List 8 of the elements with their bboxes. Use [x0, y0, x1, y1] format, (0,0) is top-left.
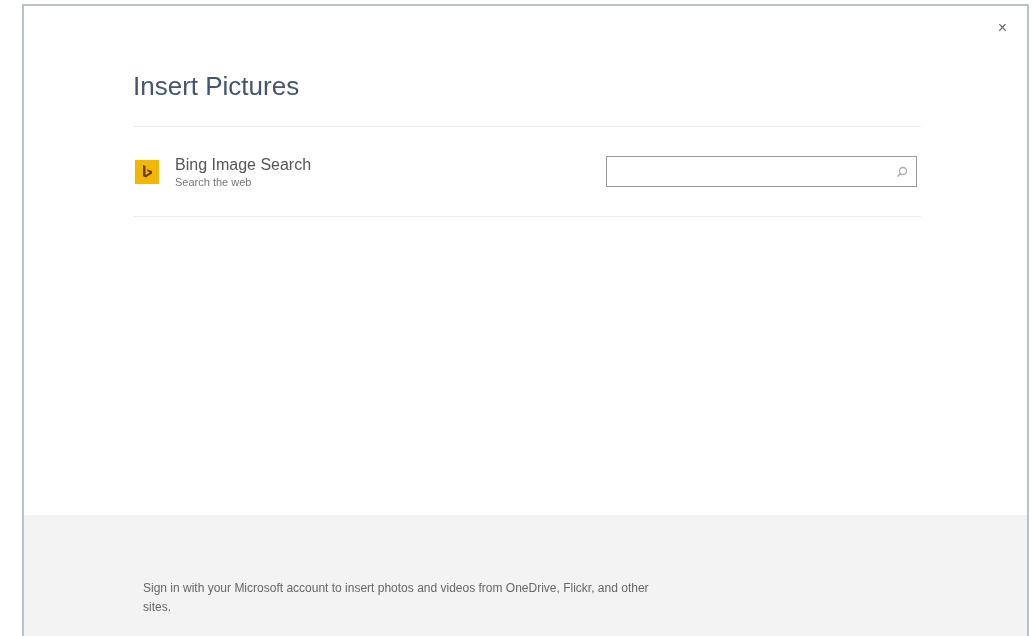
- dialog-title: Insert Pictures: [133, 70, 301, 103]
- source-name: Bing Image Search: [175, 154, 312, 175]
- source-description: Search the web: [175, 174, 253, 189]
- bing-logo-icon: [135, 159, 159, 184]
- sign-in-message: Sign in with your Microsoft account to insert photos and videos from OneDrive, Flickr, and other sites.: [143, 580, 650, 616]
- close-button[interactable]: ×: [997, 20, 1007, 36]
- search-field[interactable]: [606, 156, 917, 187]
- search-icon[interactable]: [896, 165, 908, 178]
